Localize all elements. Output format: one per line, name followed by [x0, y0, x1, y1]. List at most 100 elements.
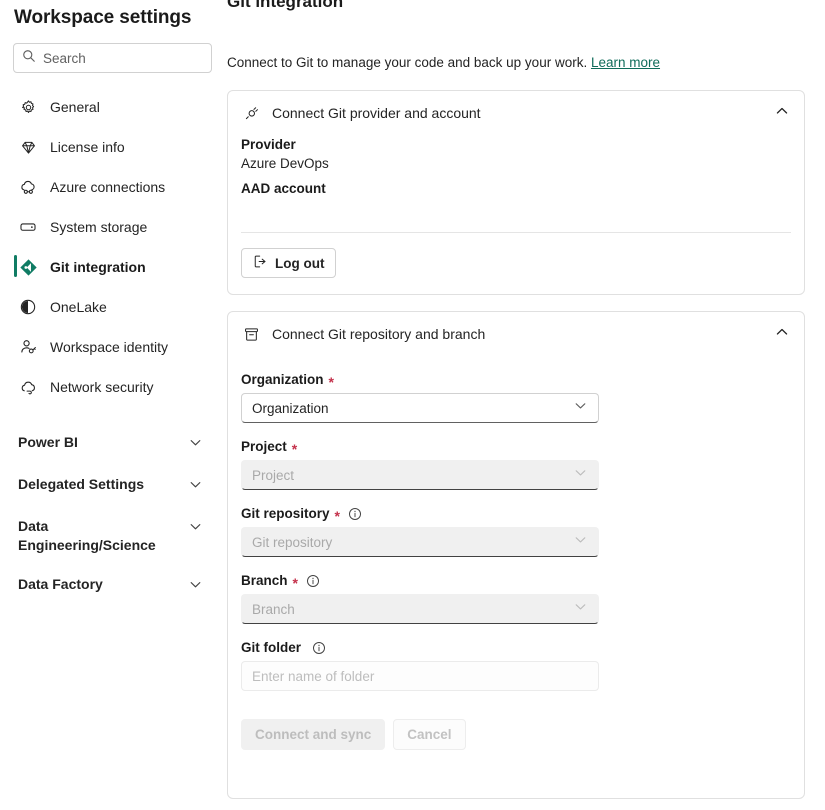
search-input[interactable]: [43, 50, 203, 66]
sidebar-item-label: Azure connections: [50, 179, 166, 195]
sidebar-item-label: Workspace identity: [50, 339, 169, 355]
organization-select[interactable]: Organization: [241, 393, 599, 423]
project-select-placeholder: Project: [252, 467, 295, 483]
settings-content: Git integration Connect to Git to manage…: [225, 0, 825, 810]
log-out-label: Log out: [275, 255, 325, 271]
chevron-down-icon: [188, 477, 203, 497]
intro-sentence: Connect to Git to manage your code and b…: [227, 55, 588, 70]
chevron-up-icon[interactable]: [774, 103, 790, 124]
sidebar-group-label: Power BI: [18, 434, 78, 450]
provider-card-header[interactable]: Connect Git provider and account: [228, 91, 804, 135]
repo-card-header[interactable]: Connect Git repository and branch: [228, 312, 804, 356]
gear-icon: [18, 97, 38, 117]
provider-label: Provider: [241, 137, 296, 152]
settings-sidebar: Workspace settings General: [0, 0, 225, 810]
provider-card-body: Provider Azure DevOps AAD account Log ou…: [228, 137, 804, 278]
info-icon[interactable]: [348, 507, 362, 521]
chevron-down-icon: [573, 465, 588, 485]
sidebar-item-system-storage[interactable]: System storage: [0, 207, 225, 247]
branch-select: Branch: [241, 594, 599, 624]
project-label-text: Project: [241, 439, 287, 454]
sidebar-group-data-factory[interactable]: Data Factory: [0, 565, 225, 607]
sidebar-item-onelake[interactable]: OneLake: [0, 287, 225, 327]
sidebar-item-label: Network security: [50, 379, 154, 395]
git-repository-select: Git repository: [241, 527, 599, 557]
branch-select-placeholder: Branch: [252, 601, 295, 617]
search-icon: [22, 49, 36, 68]
chevron-down-icon: [188, 577, 203, 597]
sidebar-group-list: Power BI Delegated Settings Data Enginee…: [0, 423, 225, 607]
sidebar-item-git-integration[interactable]: Git integration: [0, 247, 225, 287]
logout-button-wrap: Log out: [241, 248, 791, 278]
provider-card-divider: [241, 232, 791, 233]
git-diamond-icon: [18, 257, 38, 277]
learn-more-link[interactable]: Learn more: [591, 55, 660, 70]
sidebar-item-workspace-identity[interactable]: Workspace identity: [0, 327, 225, 367]
log-out-button[interactable]: Log out: [241, 248, 337, 278]
info-icon[interactable]: [306, 574, 320, 588]
required-asterisk: *: [328, 373, 334, 390]
person-key-icon: [18, 337, 38, 357]
repo-card-body: Organization * Organization Project * Pr…: [228, 372, 804, 754]
chevron-down-icon: [573, 532, 588, 552]
page-title: Workspace settings: [14, 7, 192, 28]
sign-out-icon: [253, 254, 268, 272]
sidebar-item-network-security[interactable]: Network security: [0, 367, 225, 407]
sidebar-item-azure-connections[interactable]: Azure connections: [0, 167, 225, 207]
sidebar-item-license-info[interactable]: License info: [0, 127, 225, 167]
branch-label-text: Branch: [241, 573, 288, 588]
sidebar-item-label: License info: [50, 139, 125, 155]
connect-and-sync-button[interactable]: Connect and sync: [241, 719, 386, 750]
sidebar-item-label: OneLake: [50, 299, 107, 315]
required-asterisk: *: [291, 440, 298, 457]
git-folder-label-text: Git folder: [241, 640, 301, 655]
sidebar-item-label: System storage: [50, 219, 148, 235]
cancel-button[interactable]: Cancel: [393, 719, 466, 750]
plug-icon: [241, 103, 261, 123]
cloud-link-icon: [18, 177, 38, 197]
workspace-settings-page: Workspace settings General: [0, 0, 825, 810]
project-select: Project: [241, 460, 599, 490]
organization-label-text: Organization: [241, 372, 324, 387]
intro-text: Connect to Git to manage your code and b…: [227, 55, 660, 70]
git-folder-input[interactable]: [241, 661, 599, 691]
organization-field-label: Organization *: [241, 372, 791, 390]
organization-select-value: Organization: [252, 400, 329, 416]
section-heading: Git integration: [227, 0, 344, 11]
aad-account-label: AAD account: [241, 181, 326, 196]
connect-git-repository-card: Connect Git repository and branch Organi…: [227, 311, 805, 799]
sidebar-group-label: Data Factory: [18, 576, 103, 592]
chevron-down-icon: [573, 599, 588, 619]
onelake-icon: [18, 297, 38, 317]
sidebar-item-general[interactable]: General: [0, 87, 225, 127]
sidebar-group-power-bi[interactable]: Power BI: [0, 423, 225, 465]
repo-card-actions: Connect and sync Cancel: [241, 719, 791, 754]
sidebar-group-label: Data Engineering/Science: [18, 518, 156, 553]
provider-value: Azure DevOps: [241, 156, 329, 171]
storage-icon: [18, 217, 38, 237]
sidebar-group-data-engineering-science[interactable]: Data Engineering/Science: [0, 507, 225, 565]
sidebar-nav-list: General License info Azure connections S…: [0, 87, 225, 407]
chevron-down-icon: [573, 398, 588, 418]
project-field-label: Project *: [241, 439, 791, 457]
cloud-network-icon: [18, 377, 38, 397]
branch-field-label: Branch *: [241, 573, 791, 591]
git-repository-select-placeholder: Git repository: [252, 534, 333, 550]
repo-card-title: Connect Git repository and branch: [272, 326, 486, 342]
connect-git-provider-card: Connect Git provider and account Provide…: [227, 90, 805, 295]
provider-card-title: Connect Git provider and account: [272, 105, 481, 121]
git-folder-field-label: Git folder: [241, 640, 791, 655]
search-box[interactable]: [13, 43, 212, 73]
required-asterisk: *: [292, 574, 298, 591]
chevron-down-icon: [188, 435, 203, 455]
archive-box-icon: [241, 324, 261, 344]
required-asterisk: *: [334, 507, 340, 524]
info-icon[interactable]: [312, 641, 326, 655]
git-repository-field-label: Git repository *: [241, 506, 791, 524]
sidebar-group-delegated-settings[interactable]: Delegated Settings: [0, 465, 225, 507]
sidebar-item-label: Git integration: [50, 259, 146, 275]
chevron-down-icon: [188, 519, 203, 539]
sidebar-item-label: General: [50, 99, 100, 115]
chevron-up-icon[interactable]: [774, 324, 790, 345]
sidebar-group-label: Delegated Settings: [18, 476, 145, 492]
